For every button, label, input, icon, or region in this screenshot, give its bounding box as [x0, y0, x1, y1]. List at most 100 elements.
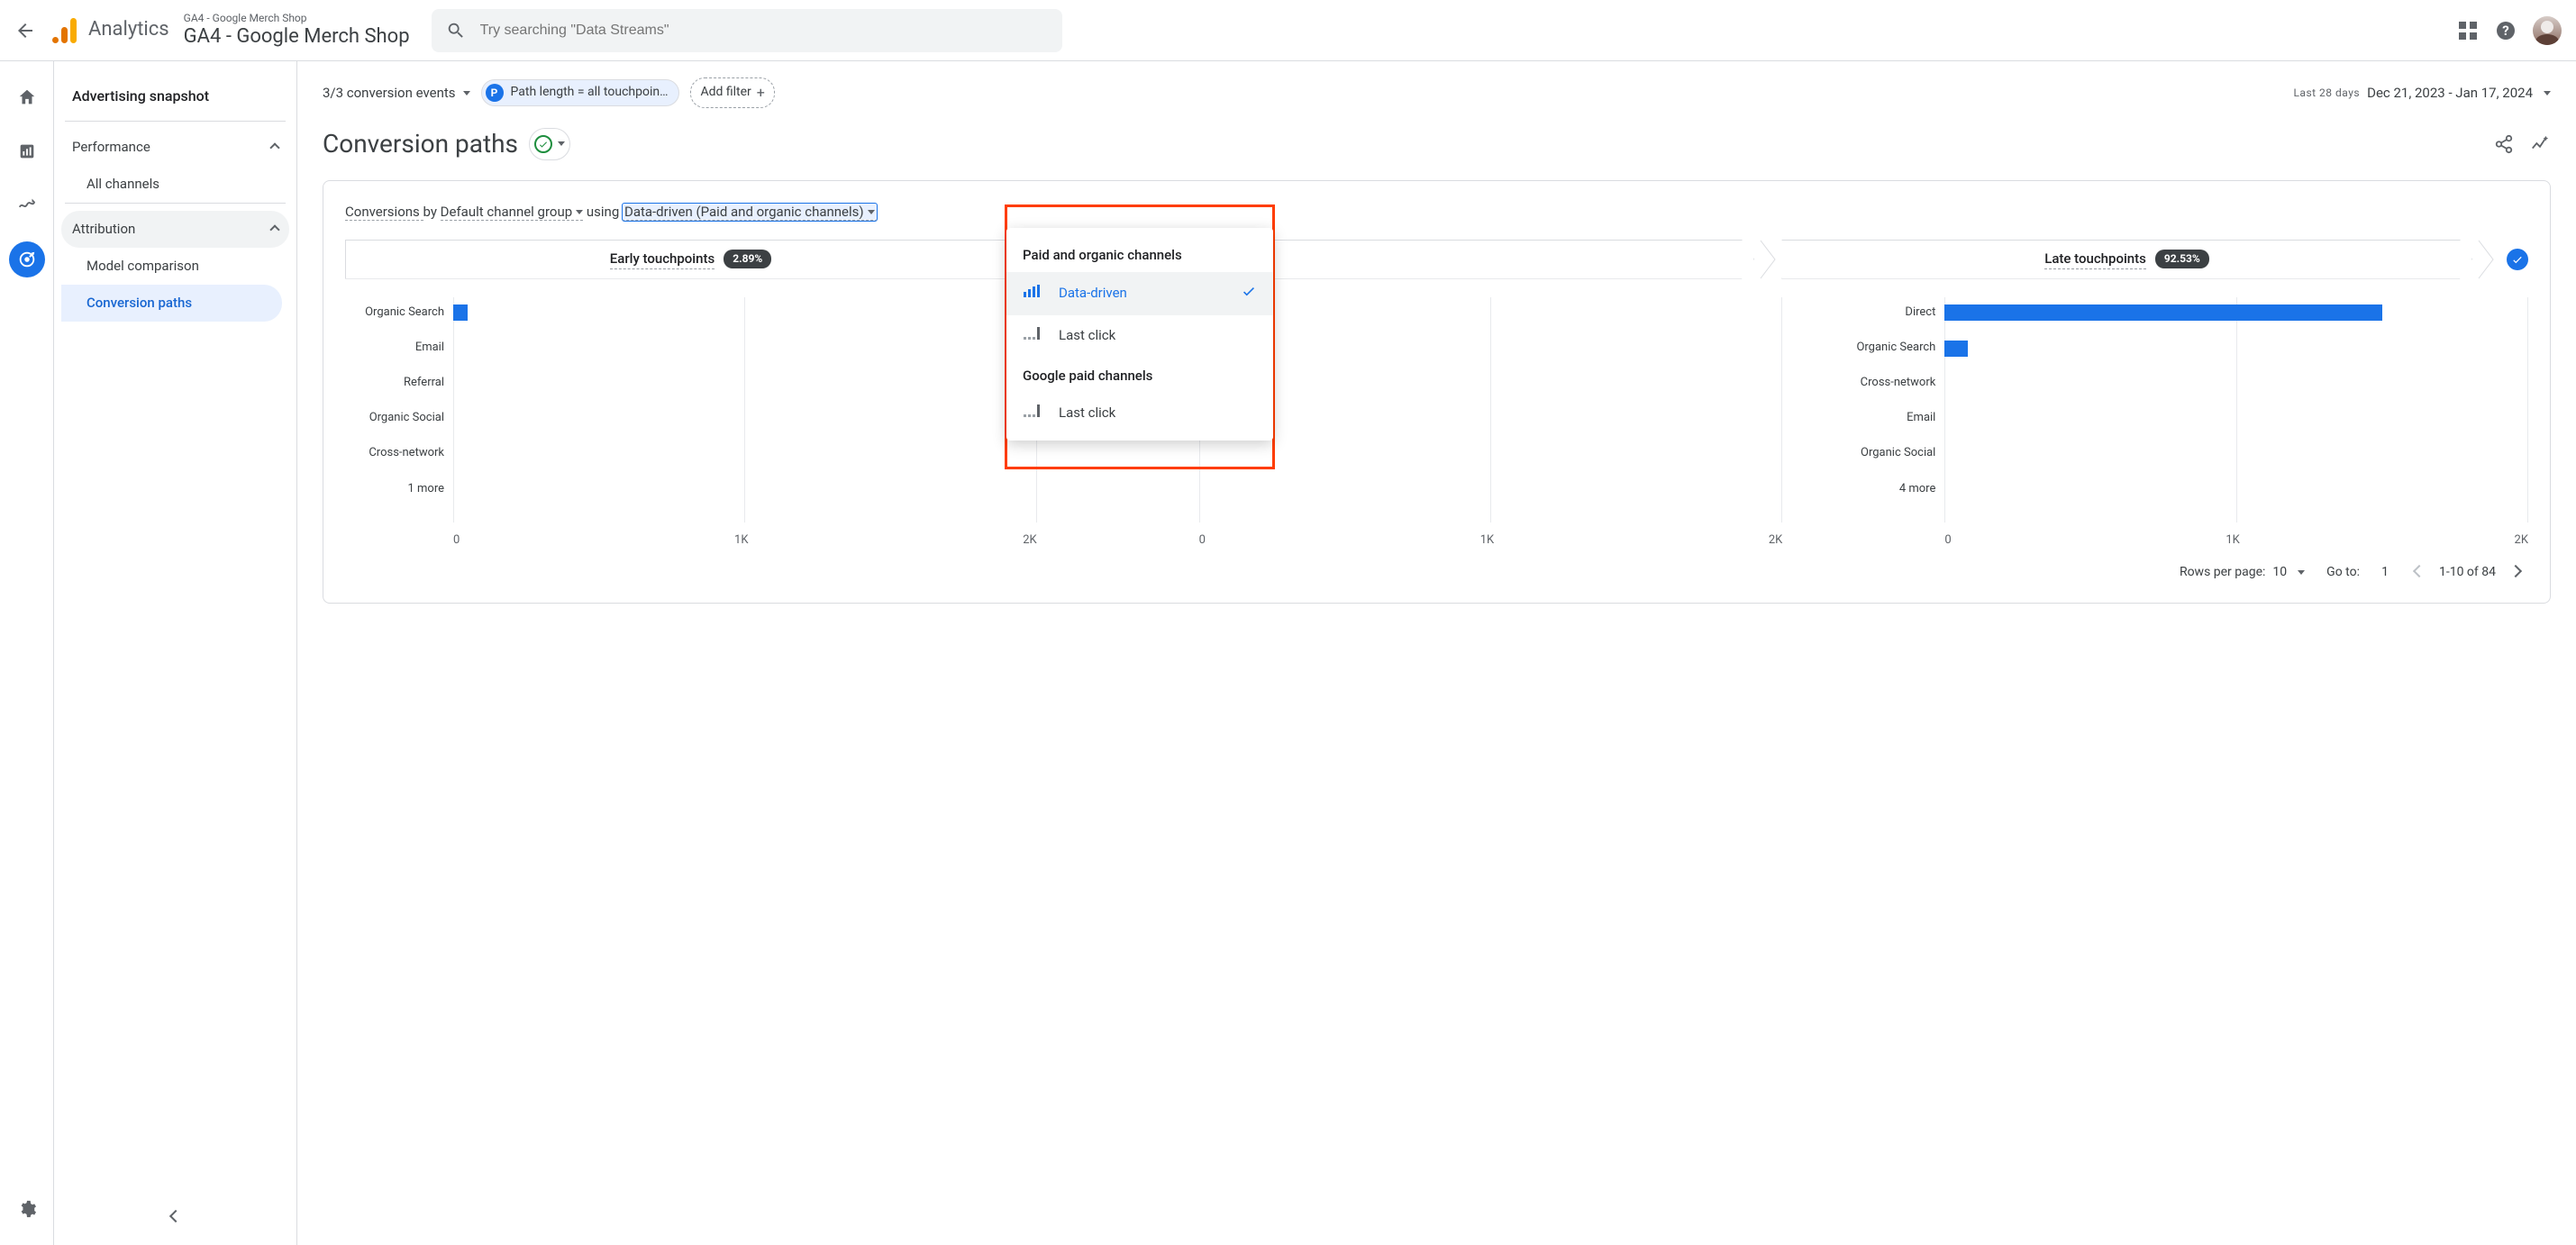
nav-group-attribution[interactable]: Attribution: [61, 211, 289, 248]
caret-down-icon: [558, 141, 565, 146]
nav-item-all-channels[interactable]: All channels: [61, 166, 282, 203]
dropdown-item-google-last-click[interactable]: Last click: [1006, 393, 1273, 433]
chart-xtick: 2K: [2515, 532, 2528, 549]
analytics-logo-icon: [50, 16, 79, 45]
nav-group-label: Attribution: [72, 220, 135, 239]
add-filter-label: Add filter: [700, 84, 751, 102]
conversion-events-label: 3/3 conversion events: [323, 84, 456, 103]
date-range-preset: Last 28 days: [2293, 86, 2360, 101]
touchpoint-applied-check-icon: [2507, 249, 2528, 270]
chart-xtick: 2K: [1023, 532, 1036, 549]
insights-icon[interactable]: [2529, 133, 2551, 155]
page-title-row: Conversion paths: [297, 119, 2576, 179]
chart-labels: DirectOrganic SearchCross-networkEmailOr…: [1836, 297, 1935, 550]
chart-xtick: 0: [453, 532, 460, 549]
nav-group-label: Performance: [72, 138, 150, 157]
sentence-metric[interactable]: Conversions: [345, 204, 423, 221]
touchpoint-header-row: Early touchpoints 2.89% Late touchpoints…: [345, 240, 2528, 279]
share-icon[interactable]: [2493, 133, 2515, 155]
chart-bar: [1944, 304, 2382, 321]
sentence-model-selector[interactable]: Data-driven (Paid and organic channels): [623, 204, 877, 221]
data-quality-button[interactable]: [529, 128, 570, 160]
avatar[interactable]: [2533, 16, 2562, 45]
rail-advertising-icon[interactable]: [9, 241, 45, 277]
touchpoint-late-tab[interactable]: Late touchpoints 92.53%: [1781, 240, 2472, 279]
card-sentence: Conversions by Default channel group usi…: [345, 203, 2528, 222]
filter-toolbar: 3/3 conversion events P Path length = al…: [297, 61, 2576, 119]
sentence-text: using: [583, 204, 623, 220]
icon-rail: [0, 61, 54, 1245]
dropdown-item-label: Last click: [1059, 404, 1115, 423]
date-range-value: Dec 21, 2023 - Jan 17, 2024: [2367, 84, 2533, 103]
pager-next-icon[interactable]: [2507, 564, 2525, 582]
apps-grid-icon[interactable]: [2457, 20, 2479, 41]
chart-category-label: Email: [345, 340, 444, 356]
dropdown-item-last-click[interactable]: Last click: [1006, 315, 1273, 356]
chart-area: 01K2K: [1944, 297, 2528, 550]
chart-category-label: Organic Search: [1836, 340, 1935, 356]
chevron-right-icon: [2472, 240, 2499, 279]
nav-item-model-comparison[interactable]: Model comparison: [61, 248, 282, 285]
dropdown-section-header: Paid and organic channels: [1006, 235, 1273, 272]
touchpoint-early-tab[interactable]: Early touchpoints 2.89%: [345, 240, 1036, 279]
logo[interactable]: Analytics: [50, 16, 169, 45]
rail-admin-gear-icon[interactable]: [9, 1191, 45, 1227]
chart-labels: Organic SearchEmailReferralOrganic Socia…: [345, 297, 444, 550]
nav-snapshot-link[interactable]: Advertising snapshot: [61, 79, 289, 121]
title-actions: [2493, 133, 2551, 155]
search-box[interactable]: [432, 9, 1062, 52]
bar-chart-last-icon: [1023, 326, 1041, 345]
touchpoint-label: Early touchpoints: [610, 250, 715, 269]
sentence-dimension-selector[interactable]: Default channel group: [441, 204, 583, 221]
help-icon[interactable]: ?: [2495, 20, 2517, 41]
chart-xtick: 2K: [1769, 532, 1782, 549]
search-icon: [446, 21, 466, 41]
header-actions: ?: [2457, 16, 2562, 45]
goto-label: Go to:: [2326, 564, 2360, 582]
check-icon: [1241, 283, 1257, 304]
rail-home-icon[interactable]: [9, 79, 45, 115]
property-selector[interactable]: GA4 - Google Merch Shop GA4 - Google Mer…: [184, 12, 410, 49]
back-arrow-icon[interactable]: [14, 20, 36, 41]
chart-category-label: 4 more: [1836, 481, 1935, 497]
filter-chip-path-length[interactable]: P Path length = all touchpoin…: [481, 79, 680, 106]
chevron-right-icon: [1754, 240, 1781, 279]
date-range-picker[interactable]: Last 28 days Dec 21, 2023 - Jan 17, 2024: [2293, 84, 2551, 103]
dropdown-section-header: Google paid channels: [1006, 356, 1273, 393]
chart-bar: [453, 304, 468, 321]
conversion-paths-card: Conversions by Default channel group usi…: [323, 180, 2551, 604]
rows-per-page[interactable]: Rows per page: 10: [2180, 564, 2305, 582]
rows-per-page-value: 10: [2272, 564, 2287, 582]
chart-category-label: Organic Search: [345, 304, 444, 321]
chart-late: DirectOrganic SearchCross-networkEmailOr…: [1836, 297, 2528, 550]
divider: [65, 203, 286, 204]
caret-down-icon: [2544, 91, 2551, 95]
chart-xtick: 1K: [1480, 532, 1494, 549]
chart-bar: [1944, 341, 1968, 357]
nav-item-conversion-paths[interactable]: Conversion paths: [61, 285, 282, 322]
touchpoint-badge: 92.53%: [2155, 250, 2209, 268]
collapse-nav-icon[interactable]: [158, 1198, 194, 1234]
rail-explore-icon[interactable]: [9, 187, 45, 223]
chart-xtick: 0: [1199, 532, 1206, 549]
property-subtitle: GA4 - Google Merch Shop: [184, 12, 410, 24]
goto-page[interactable]: Go to: 1: [2326, 564, 2389, 582]
chart-xtick: 0: [1944, 532, 1951, 549]
chart-xtick: 1K: [734, 532, 748, 549]
pager-prev-icon[interactable]: [2410, 564, 2428, 582]
attribution-model-dropdown: Paid and organic channels Data-driven La…: [1006, 228, 1273, 441]
dropdown-item-data-driven[interactable]: Data-driven: [1006, 272, 1273, 315]
add-filter-button[interactable]: Add filter +: [690, 77, 774, 108]
conversion-events-selector[interactable]: 3/3 conversion events: [323, 84, 470, 103]
rail-reports-icon[interactable]: [9, 133, 45, 169]
chart-category-label: Cross-network: [1836, 375, 1935, 391]
chart-area: 0 1K 2K: [453, 297, 1037, 550]
pager-nav: 1-10 of 84: [2410, 564, 2525, 582]
search-input[interactable]: [480, 23, 1048, 39]
secondary-nav: Advertising snapshot Performance All cha…: [54, 61, 297, 1245]
chart-category-label: Direct: [1836, 304, 1935, 321]
nav-group-performance[interactable]: Performance: [61, 129, 289, 166]
svg-text:?: ?: [2502, 23, 2508, 39]
chart-area: 0 1K 2K: [1199, 297, 1783, 550]
dropdown-item-label: Data-driven: [1059, 284, 1127, 303]
